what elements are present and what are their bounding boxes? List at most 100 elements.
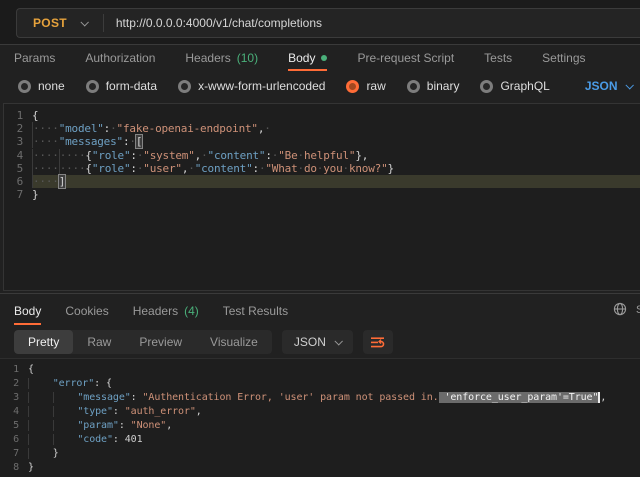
response-body-editor[interactable]: 1{2 "error": {3 "message": "Authenticati… — [0, 358, 640, 477]
token-s: "Be — [278, 149, 297, 162]
body-type-x-www-form-urlencoded[interactable]: x-www-form-urlencoded — [178, 79, 325, 93]
token-n: 401 — [125, 434, 143, 445]
selected-text: 'enforce_user_param'=True" — [439, 392, 599, 403]
token-k: "role" — [92, 149, 131, 162]
tab-settings[interactable]: Settings — [542, 45, 585, 71]
line-number: 3 — [4, 135, 32, 148]
radio-label: none — [38, 79, 65, 93]
token-k: "model" — [59, 122, 104, 135]
token-ind — [28, 420, 53, 431]
tab-params[interactable]: Params — [14, 45, 55, 71]
token-ind — [28, 434, 53, 445]
code-line: 7 } — [0, 447, 640, 461]
code-line: 7} — [4, 188, 640, 201]
code-line: 3 "message": "Authentication Error, 'use… — [0, 391, 640, 405]
url-input[interactable]: http://0.0.0.0:4000/v1/chat/completions — [116, 16, 322, 30]
code-text: "code": 401 — [28, 433, 640, 447]
code-line: 2 "error": { — [0, 377, 640, 391]
token-p: } — [53, 448, 59, 459]
token-ind: ···· — [32, 175, 59, 188]
token-ind — [28, 392, 53, 403]
tab-headers[interactable]: Headers(10) — [185, 45, 258, 71]
code-text: ········{"role":·"user",·"content":·"Wha… — [32, 162, 640, 175]
body-type-none[interactable]: none — [18, 79, 65, 93]
radio-label: x-www-form-urlencoded — [198, 79, 325, 93]
code-line: 5 "param": "None", — [0, 419, 640, 433]
tab-cookies[interactable]: Cookies — [65, 297, 108, 325]
request-body-editor[interactable]: 1{2····"model":·"fake-openai-endpoint",·… — [3, 103, 640, 291]
token-k: "error" — [53, 378, 94, 389]
token-ind: ···· — [32, 122, 59, 135]
code-text: "error": { — [28, 377, 640, 391]
radio-label: binary — [427, 79, 460, 93]
token-s: you — [323, 162, 342, 175]
line-number: 2 — [0, 377, 28, 391]
view-switcher: PrettyRawPreviewVisualize — [14, 330, 272, 354]
tab-test-results[interactable]: Test Results — [223, 297, 288, 325]
token-ind — [53, 434, 78, 445]
token-ind — [53, 406, 78, 417]
token-s: do — [304, 162, 317, 175]
code-line: 3····"messages":·[ — [4, 135, 640, 148]
token-k: "message" — [77, 392, 130, 403]
radio-icon — [480, 80, 493, 93]
globe-icon[interactable] — [613, 302, 627, 316]
body-type-form-data[interactable]: form-data — [86, 79, 157, 93]
token-p: }, — [355, 149, 368, 162]
radio-icon — [178, 80, 191, 93]
raw-format-dropdown[interactable]: JSON — [585, 79, 632, 93]
code-text: } — [28, 461, 640, 475]
token-s: "fake-openai-endpoint" — [117, 122, 258, 135]
tab-count: (4) — [184, 304, 199, 318]
line-number: 1 — [0, 363, 28, 377]
tab-authorization[interactable]: Authorization — [85, 45, 155, 71]
body-type-graphql[interactable]: GraphQL — [480, 79, 549, 93]
token-p: : — [113, 406, 125, 417]
token-ind — [28, 378, 53, 389]
response-view-toolbar: PrettyRawPreviewVisualize JSON — [14, 330, 393, 354]
token-ind — [28, 448, 53, 459]
tab-body[interactable]: Body — [288, 45, 327, 71]
view-raw[interactable]: Raw — [73, 330, 125, 354]
tab-label: Params — [14, 51, 55, 65]
radio-label: raw — [366, 79, 385, 93]
body-type-binary[interactable]: binary — [407, 79, 460, 93]
line-number: 5 — [0, 419, 28, 433]
tab-body[interactable]: Body — [14, 297, 41, 325]
raw-format-label: JSON — [585, 79, 618, 93]
view-preview[interactable]: Preview — [125, 330, 196, 354]
code-text: ····"messages":·[ — [32, 135, 640, 148]
code-text: "message": "Authentication Error, 'user'… — [28, 391, 640, 405]
code-text: { — [32, 109, 640, 122]
token-k: "param" — [77, 420, 118, 431]
body-type-selector: none form-data x-www-form-urlencoded raw bin… — [0, 71, 640, 101]
response-format-dropdown[interactable]: JSON — [282, 330, 353, 354]
token-ind: ···· — [32, 135, 59, 148]
token-p: , — [600, 392, 606, 403]
tab-label: Headers — [133, 304, 178, 318]
wrap-text-button[interactable] — [363, 330, 393, 354]
tab-headers[interactable]: Headers (4) — [133, 297, 199, 325]
view-pretty[interactable]: Pretty — [14, 330, 73, 354]
view-visualize[interactable]: Visualize — [196, 330, 272, 354]
response-format-label: JSON — [294, 335, 326, 349]
token-p: } — [28, 462, 34, 473]
code-text: ····] — [32, 175, 640, 188]
body-type-raw[interactable]: raw — [346, 79, 385, 93]
token-k: "code" — [77, 434, 113, 445]
code-line: 4 "type": "auth_error", — [0, 405, 640, 419]
radio-label: form-data — [106, 79, 157, 93]
unsaved-dot-icon — [321, 55, 327, 61]
token-s: "Authentication Error, 'user' param not … — [143, 392, 439, 403]
token-k: "content" — [208, 149, 266, 162]
code-line: 1{ — [0, 363, 640, 377]
code-text: "param": "None", — [28, 419, 640, 433]
token-p: : — [131, 392, 143, 403]
tab-label: Tests — [484, 51, 512, 65]
tab-tests[interactable]: Tests — [484, 45, 512, 71]
method-selector[interactable]: POST — [17, 16, 103, 30]
token-ind — [28, 406, 53, 417]
tab-pre-request-script[interactable]: Pre-request Script — [357, 45, 454, 71]
token-p: , — [166, 420, 172, 431]
token-s: helpful" — [304, 149, 355, 162]
